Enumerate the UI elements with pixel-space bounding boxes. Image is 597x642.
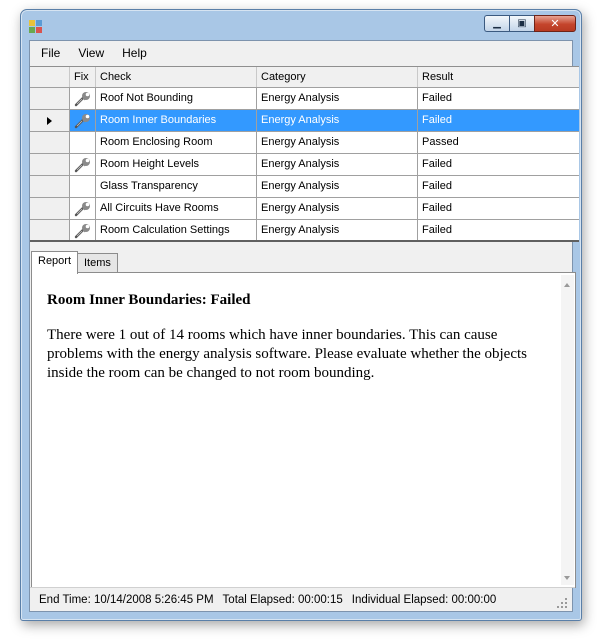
table-row[interactable]: Room Inner Boundaries Energy Analysis Fail… — [30, 110, 579, 132]
wrench-icon[interactable] — [74, 201, 92, 217]
row-header[interactable] — [30, 198, 70, 219]
title-bar[interactable]: ▁ ▣ ✕ — [21, 10, 581, 40]
check-cell[interactable]: All Circuits Have Rooms — [96, 198, 257, 219]
grid-rows: Roof Not Bounding Energy Analysis Failed Ro… — [30, 88, 579, 240]
menu-view[interactable]: View — [71, 43, 111, 63]
category-cell[interactable]: Energy Analysis — [257, 176, 418, 197]
check-cell[interactable]: Room Calculation Settings — [96, 220, 257, 240]
resize-grip-icon[interactable] — [557, 598, 567, 608]
wrench-icon[interactable] — [74, 91, 92, 107]
result-cell[interactable]: Failed — [418, 198, 579, 219]
result-cell[interactable]: Failed — [418, 88, 579, 109]
checks-grid[interactable]: Fix Check Category Result Roof Not Bound… — [30, 66, 579, 242]
check-cell[interactable]: Room Height Levels — [96, 154, 257, 175]
report-panel: Room Inner Boundaries: Failed There were… — [31, 272, 576, 588]
menu-help[interactable]: Help — [115, 43, 154, 63]
column-header-check[interactable]: Check — [96, 67, 257, 87]
category-cell[interactable]: Energy Analysis — [257, 154, 418, 175]
check-cell[interactable]: Glass Transparency — [96, 176, 257, 197]
fix-cell[interactable] — [70, 154, 96, 175]
check-cell[interactable]: Roof Not Bounding — [96, 88, 257, 109]
status-end-time: End Time: 10/14/2008 5:26:45 PM — [39, 594, 214, 606]
check-cell[interactable]: Room Inner Boundaries — [96, 110, 257, 131]
column-header-category[interactable]: Category — [257, 67, 418, 87]
table-row[interactable]: Room Height Levels Energy Analysis Failed — [30, 154, 579, 176]
grid-header: Fix Check Category Result — [30, 67, 579, 88]
fix-cell[interactable] — [70, 220, 96, 240]
report-heading: Room Inner Boundaries: Failed — [47, 292, 251, 308]
menu-file[interactable]: File — [34, 43, 67, 63]
close-button[interactable]: ✕ — [534, 15, 576, 32]
category-cell[interactable]: Energy Analysis — [257, 88, 418, 109]
wrench-icon[interactable] — [74, 157, 92, 173]
tab-report[interactable]: Report — [31, 251, 79, 274]
result-cell[interactable]: Failed — [418, 154, 579, 175]
column-header-result[interactable]: Result — [418, 67, 579, 87]
scroll-up-icon[interactable] — [564, 283, 570, 287]
fix-cell[interactable] — [70, 198, 96, 219]
category-cell[interactable]: Energy Analysis — [257, 220, 418, 240]
status-individual-elapsed: Individual Elapsed: 00:00:00 — [351, 594, 497, 606]
row-header[interactable] — [30, 110, 70, 131]
close-icon: ✕ — [550, 17, 560, 30]
result-cell[interactable]: Passed — [418, 132, 579, 153]
fix-cell[interactable] — [70, 88, 96, 109]
report-content: Room Inner Boundaries: Failed There were… — [47, 292, 537, 383]
wrench-icon[interactable] — [74, 223, 92, 239]
report-scrollbar[interactable] — [561, 275, 574, 585]
current-row-arrow-icon — [47, 116, 52, 125]
window-controls: ▁ ▣ ✕ — [484, 15, 576, 32]
tab-items[interactable]: Items — [77, 253, 118, 273]
check-cell[interactable]: Room Enclosing Room — [96, 132, 257, 153]
status-bar: End Time: 10/14/2008 5:26:45 PM Total El… — [30, 587, 575, 612]
table-row[interactable]: Room Calculation Settings Energy Analysis… — [30, 220, 579, 240]
scroll-down-icon[interactable] — [564, 576, 570, 580]
result-cell[interactable]: Failed — [418, 176, 579, 197]
maximize-icon: ▣ — [517, 18, 527, 29]
category-cell[interactable]: Energy Analysis — [257, 110, 418, 131]
wrench-icon[interactable] — [74, 113, 92, 129]
row-header[interactable] — [30, 88, 70, 109]
row-header[interactable] — [30, 132, 70, 153]
row-header[interactable] — [30, 154, 70, 175]
status-total-elapsed: Total Elapsed: 00:00:15 — [222, 594, 343, 606]
category-cell[interactable]: Energy Analysis — [257, 198, 418, 219]
client-area: File View Help Fix Check Category Result… — [29, 40, 579, 612]
app-icon[interactable] — [29, 20, 43, 34]
table-row[interactable]: Roof Not Bounding Energy Analysis Failed — [30, 88, 579, 110]
report-body: There were 1 out of 14 rooms which have … — [47, 327, 527, 381]
row-header[interactable] — [30, 220, 70, 240]
tab-strip: Report Items — [30, 251, 575, 274]
fix-cell[interactable] — [70, 176, 96, 197]
fix-cell[interactable] — [70, 110, 96, 131]
table-row[interactable]: Room Enclosing Room Energy Analysis Passed — [30, 132, 579, 154]
minimize-button[interactable]: ▁ — [484, 15, 509, 32]
app-window: ▁ ▣ ✕ File View Help Fix Check Category … — [20, 9, 582, 621]
row-header[interactable] — [30, 176, 70, 197]
maximize-button[interactable]: ▣ — [509, 15, 534, 32]
table-row[interactable]: All Circuits Have Rooms Energy Analysis Fa… — [30, 198, 579, 220]
category-cell[interactable]: Energy Analysis — [257, 132, 418, 153]
column-header-fix[interactable]: Fix — [70, 67, 96, 87]
result-cell[interactable]: Failed — [418, 110, 579, 131]
table-row[interactable]: Glass Transparency Energy Analysis Failed — [30, 176, 579, 198]
menu-bar: File View Help — [30, 41, 572, 65]
fix-cell[interactable] — [70, 132, 96, 153]
grid-corner-header[interactable] — [30, 67, 70, 87]
result-cell[interactable]: Failed — [418, 220, 579, 240]
minimize-icon: ▁ — [493, 18, 501, 29]
